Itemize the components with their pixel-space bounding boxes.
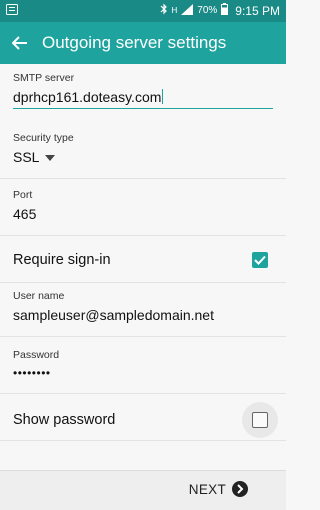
show-password-label: Show password <box>13 412 116 428</box>
checkmark-icon <box>254 255 266 265</box>
clock: 9:15 PM <box>235 3 280 18</box>
smtp-server-input[interactable]: dprhcp161.doteasy.com <box>13 89 273 105</box>
battery-icon <box>221 3 229 18</box>
chevron-right-icon <box>232 481 248 497</box>
checkbox-unchecked-icon <box>252 412 268 428</box>
security-type-dropdown[interactable]: SSL <box>13 149 273 165</box>
require-signin-checkbox[interactable] <box>252 252 268 268</box>
battery-percent: 70% <box>197 5 218 16</box>
username-label: User name <box>13 290 65 302</box>
port-input[interactable]: 465 <box>13 206 273 222</box>
password-label: Password <box>13 349 60 361</box>
app-bar: Outgoing server settings <box>0 22 286 64</box>
page-title: Outgoing server settings <box>42 33 227 52</box>
show-password-checkbox[interactable] <box>242 402 278 438</box>
notification-icon <box>6 4 18 18</box>
next-label: NEXT <box>188 481 226 497</box>
smtp-server-field: SMTP server dprhcp161.doteasy.com <box>13 72 273 109</box>
network-type-icon: H <box>171 6 178 15</box>
smtp-server-label: SMTP server <box>13 72 75 84</box>
port-field: Port 465 <box>13 189 273 222</box>
security-type-label: Security type <box>13 132 74 144</box>
username-field: User name sampleuser@sampledomain.net <box>13 290 273 323</box>
back-arrow-icon <box>12 36 27 50</box>
port-label: Port <box>13 189 33 201</box>
bluetooth-icon <box>160 3 168 18</box>
bottom-bar: NEXT <box>0 470 286 510</box>
signal-icon <box>181 3 194 18</box>
security-type-field: Security type SSL <box>13 132 273 165</box>
security-type-value: SSL <box>13 149 40 165</box>
back-button[interactable] <box>0 22 40 64</box>
dropdown-caret-icon <box>45 155 56 161</box>
status-bar: H 70% 9:15 PM <box>0 0 286 22</box>
next-button[interactable]: NEXT <box>189 481 248 497</box>
require-signin-label: Require sign-in <box>13 252 111 268</box>
password-input[interactable]: •••••••• <box>13 366 273 380</box>
username-input[interactable]: sampleuser@sampledomain.net <box>13 307 273 323</box>
password-field: Password •••••••• <box>13 349 273 380</box>
